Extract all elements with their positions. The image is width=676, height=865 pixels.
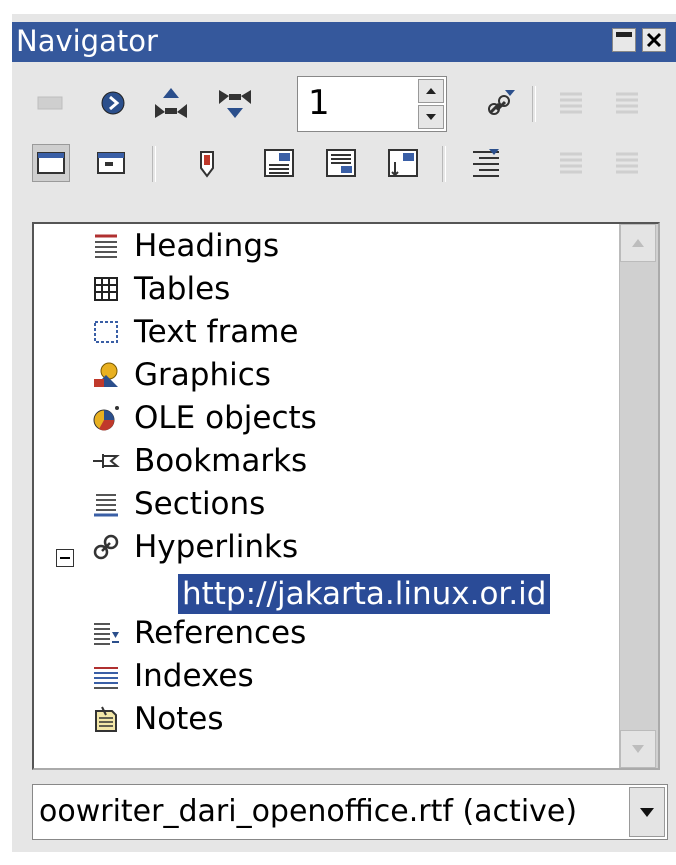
tree-item-label: OLE objects <box>134 400 317 436</box>
tree-item-label: Hyperlinks <box>134 529 299 565</box>
content-tree[interactable]: Headings Tables Text frame Graphics OLE … <box>32 222 660 770</box>
scroll-up-button[interactable] <box>620 224 656 262</box>
previous-button[interactable] <box>152 84 190 122</box>
content-view-button[interactable] <box>92 144 130 182</box>
promote-level-icon <box>560 92 582 114</box>
toolbar-separator <box>532 86 536 122</box>
collapse-hyperlinks-toggle[interactable] <box>56 549 74 567</box>
tree-item-ole-objects[interactable]: OLE objects <box>90 398 317 438</box>
promote-level-button[interactable] <box>552 84 590 122</box>
indexes-icon <box>90 660 122 692</box>
next-icon <box>219 90 251 118</box>
anchor-button[interactable] <box>384 144 422 182</box>
window-title: Navigator <box>16 24 158 58</box>
footer-button[interactable] <box>322 144 360 182</box>
arrow-up-icon <box>632 239 644 247</box>
arrow-down-icon <box>632 745 644 753</box>
tree-item-label: Text frame <box>134 314 299 350</box>
page-number-value[interactable]: 1 <box>308 81 330 125</box>
drag-mode-icon <box>488 90 515 115</box>
navigator-window: Navigator 1 Headings Tables Text frame G… <box>12 14 676 852</box>
tree-item-sections[interactable]: Sections <box>90 484 265 524</box>
heading-levels-icon <box>473 149 499 177</box>
title-bar[interactable]: Navigator <box>12 22 676 62</box>
next-button[interactable] <box>216 84 254 122</box>
tree-item-text-frame[interactable]: Text frame <box>90 312 298 352</box>
move-down-button[interactable] <box>608 144 646 182</box>
bookmark-icon <box>90 445 122 477</box>
list-box-toggle-button[interactable] <box>32 144 70 182</box>
document-selector-dropdown-button[interactable] <box>629 787 665 837</box>
move-up-button[interactable] <box>552 144 590 182</box>
list-box-icon <box>37 152 65 174</box>
tree-item-label: Headings <box>134 228 280 264</box>
text-frame-icon <box>90 316 122 348</box>
graphics-icon <box>90 359 122 391</box>
reminder-icon <box>200 151 214 178</box>
close-button[interactable] <box>642 28 666 52</box>
previous-icon <box>155 88 187 118</box>
tree-item-label: References <box>134 615 307 651</box>
tree-item-label: Graphics <box>134 357 271 393</box>
toolbar-separator <box>152 146 156 182</box>
arrow-up-icon <box>426 88 436 94</box>
spin-up-button[interactable] <box>418 79 444 103</box>
header-button[interactable] <box>260 144 298 182</box>
tree-item-indexes[interactable]: Indexes <box>90 656 254 696</box>
content-view-icon <box>97 152 125 174</box>
scroll-down-button[interactable] <box>620 730 656 768</box>
tree-item-hyperlink-url[interactable]: http://jakarta.linux.or.id <box>178 574 551 614</box>
document-selector-value: oowriter_dari_openoffice.rtf (active) <box>39 794 578 829</box>
sections-icon <box>90 488 122 520</box>
arrow-down-icon <box>426 114 436 120</box>
demote-level-button[interactable] <box>608 84 646 122</box>
reminder-button[interactable] <box>188 144 226 182</box>
tree-item-label: Sections <box>134 486 266 522</box>
tree-item-label: Bookmarks <box>134 443 308 479</box>
minimize-button[interactable] <box>612 28 636 52</box>
spin-down-button[interactable] <box>418 105 444 129</box>
page-spinbox[interactable]: 1 <box>297 76 447 132</box>
tree-item-tables[interactable]: Tables <box>90 269 230 309</box>
chevron-down-icon <box>640 808 654 817</box>
table-icon <box>90 273 122 305</box>
notes-icon <box>90 703 122 735</box>
tree-item-headings[interactable]: Headings <box>90 226 279 266</box>
drag-mode-button[interactable] <box>482 84 520 122</box>
headings-icon <box>90 230 122 262</box>
demote-level-icon <box>616 92 638 114</box>
toggle-button[interactable] <box>32 84 70 122</box>
tree-item-label: Indexes <box>134 658 254 694</box>
document-selector[interactable]: oowriter_dari_openoffice.rtf (active) <box>32 784 668 840</box>
navigation-button[interactable] <box>94 84 132 122</box>
move-down-icon <box>616 152 638 174</box>
hyperlink-icon <box>90 531 122 563</box>
references-icon <box>90 617 122 649</box>
tree-item-references[interactable]: References <box>90 613 306 653</box>
tree-item-notes[interactable]: Notes <box>90 699 224 739</box>
tree-item-graphics[interactable]: Graphics <box>90 355 271 395</box>
tree-item-hyperlinks[interactable]: Hyperlinks <box>90 527 298 567</box>
tree-item-label: Notes <box>134 701 224 737</box>
close-icon <box>646 32 662 48</box>
navigation-icon <box>101 91 125 115</box>
heading-levels-button[interactable] <box>468 144 506 182</box>
move-up-icon <box>560 152 582 174</box>
tree-scrollbar[interactable] <box>619 224 658 768</box>
footer-icon <box>326 149 356 177</box>
toggle-icon <box>37 96 63 110</box>
tree-item-label: Tables <box>134 271 231 307</box>
tree-item-bookmarks[interactable]: Bookmarks <box>90 441 307 481</box>
header-icon <box>264 149 294 177</box>
ole-objects-icon <box>90 402 122 434</box>
toolbar-separator <box>442 146 446 182</box>
anchor-icon <box>388 149 418 177</box>
